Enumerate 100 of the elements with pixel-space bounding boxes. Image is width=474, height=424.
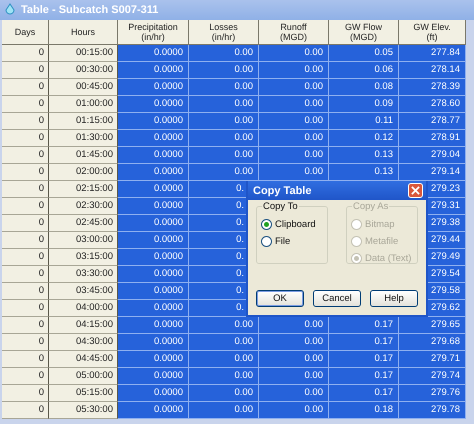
table-cell: 0.17	[329, 385, 399, 402]
table-cell: 278.14	[399, 62, 466, 79]
table-cell: 0	[2, 164, 49, 181]
table-cell: 0.17	[329, 317, 399, 334]
table-cell: 0	[2, 317, 49, 334]
table-cell: 0	[2, 368, 49, 385]
table-cell: 01:30:00	[49, 130, 118, 147]
table-cell: 0.00	[259, 45, 329, 62]
dialog-button[interactable]: OK	[256, 290, 304, 307]
radio-button[interactable]	[261, 219, 272, 230]
table-cell: 02:30:00	[49, 198, 118, 215]
table-cell: 0	[2, 147, 49, 164]
table-cell: 02:00:00	[49, 164, 118, 181]
table-cell: 0.0000	[118, 215, 189, 232]
table-cell: 0.0000	[118, 351, 189, 368]
column-header: Days	[2, 20, 49, 45]
table-cell: 0.00	[259, 113, 329, 130]
table-cell: 278.60	[399, 96, 466, 113]
table-cell: 0.00	[259, 62, 329, 79]
table-cell: 0	[2, 249, 49, 266]
radio-button[interactable]	[261, 236, 272, 247]
table-cell: 0.0000	[118, 402, 189, 419]
table-cell: 05:00:00	[49, 368, 118, 385]
table-cell: 0.0000	[118, 232, 189, 249]
table-cell: 0	[2, 113, 49, 130]
table-cell: 0.0000	[118, 198, 189, 215]
table-cell: 04:00:00	[49, 300, 118, 317]
close-button[interactable]	[408, 183, 423, 198]
table-cell: 04:45:00	[49, 351, 118, 368]
table-cell: 0.08	[329, 79, 399, 96]
table-cell: 0.09	[329, 96, 399, 113]
radio-option[interactable]: Clipboard	[261, 219, 323, 230]
table-cell: 279.76	[399, 385, 466, 402]
table-cell: 01:00:00	[49, 96, 118, 113]
table-cell: 05:30:00	[49, 402, 118, 419]
table-cell: 0	[2, 232, 49, 249]
table-cell: 0	[2, 283, 49, 300]
table-cell: 0	[2, 402, 49, 419]
table-cell: 0.0000	[118, 96, 189, 113]
close-icon	[411, 186, 420, 195]
table-cell: 278.77	[399, 113, 466, 130]
table-cell: 279.78	[399, 402, 466, 419]
table-cell: 0.11	[329, 113, 399, 130]
table-cell: 02:15:00	[49, 181, 118, 198]
table-cell: 0	[2, 266, 49, 283]
table-cell: 02:45:00	[49, 215, 118, 232]
table-cell: 00:15:00	[49, 45, 118, 62]
table-cell: 0	[2, 130, 49, 147]
dialog-button[interactable]: Cancel	[313, 290, 361, 307]
table-cell: 0	[2, 96, 49, 113]
table-cell: 0.06	[329, 62, 399, 79]
table-cell: 0.00	[189, 351, 259, 368]
table-cell: 0.0000	[118, 334, 189, 351]
table-cell: 01:45:00	[49, 147, 118, 164]
table-cell: 278.91	[399, 130, 466, 147]
table-cell: 279.74	[399, 368, 466, 385]
table-cell: 03:30:00	[49, 266, 118, 283]
table-cell: 0.00	[189, 385, 259, 402]
column-header: Runoff (MGD)	[259, 20, 329, 45]
table-cell: 0.00	[259, 368, 329, 385]
dialog-button[interactable]: Help	[370, 290, 418, 307]
table-cell: 0.00	[189, 402, 259, 419]
table-cell: 0.17	[329, 351, 399, 368]
table-cell: 0.0000	[118, 113, 189, 130]
table-cell: 0.00	[259, 334, 329, 351]
table-cell: 0	[2, 385, 49, 402]
radio-option[interactable]: File	[261, 236, 323, 247]
table-cell: 03:15:00	[49, 249, 118, 266]
group-label: Copy As	[352, 201, 390, 212]
table-cell: 0.00	[189, 334, 259, 351]
column-header: Precipitation (in/hr)	[118, 20, 189, 45]
table-cell: 05:15:00	[49, 385, 118, 402]
table-cell: 0.17	[329, 334, 399, 351]
table-cell: 0.00	[259, 130, 329, 147]
table-cell: 0.18	[329, 402, 399, 419]
table-cell: 0.00	[259, 147, 329, 164]
table-cell: 0.00	[189, 45, 259, 62]
table-cell: 0.17	[329, 368, 399, 385]
table-cell: 03:00:00	[49, 232, 118, 249]
table-cell: 0.00	[259, 402, 329, 419]
drop-icon	[3, 3, 17, 17]
window-title: Table - Subcatch S007-311	[21, 4, 158, 16]
table-cell: 0.0000	[118, 249, 189, 266]
table-cell: 0.0000	[118, 300, 189, 317]
group-label: Copy To	[262, 201, 299, 212]
table-cell: 0.05	[329, 45, 399, 62]
column-header: Losses (in/hr)	[189, 20, 259, 45]
table-cell: 0	[2, 181, 49, 198]
table-cell: 0.00	[189, 62, 259, 79]
table-cell: 00:30:00	[49, 62, 118, 79]
table-cell: 279.71	[399, 351, 466, 368]
column-header: GW Elev. (ft)	[399, 20, 466, 45]
table-cell: 0.00	[189, 79, 259, 96]
table-cell: 0.0000	[118, 130, 189, 147]
table-cell: 04:15:00	[49, 317, 118, 334]
table-cell: 0.0000	[118, 164, 189, 181]
table-cell: 0.13	[329, 164, 399, 181]
table-cell: 01:15:00	[49, 113, 118, 130]
table-cell: 0	[2, 351, 49, 368]
table-cell: 0.12	[329, 130, 399, 147]
